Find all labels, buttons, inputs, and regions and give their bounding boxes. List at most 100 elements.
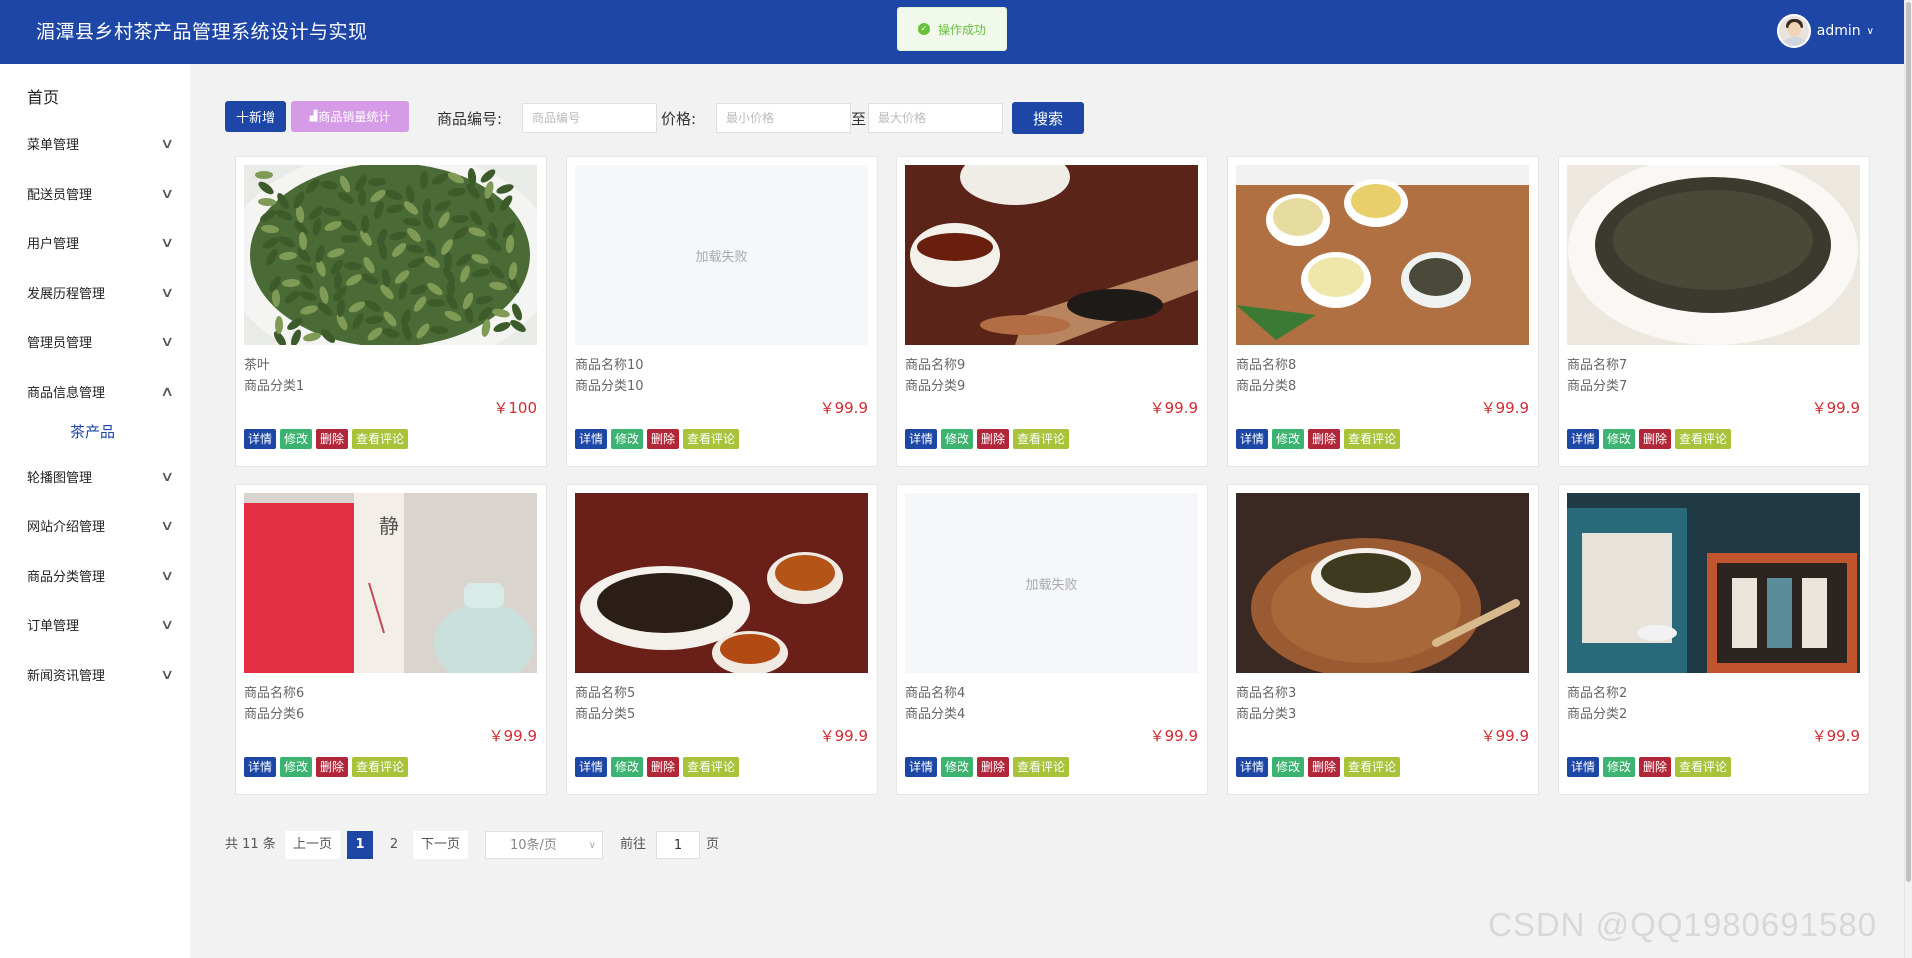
page-suffix-label: 页 [706, 837, 720, 852]
view-reviews-button[interactable]: 查看评论 [1675, 429, 1732, 449]
chevron-down-icon: ∨ [159, 616, 175, 633]
edit-button[interactable]: 修改 [1603, 429, 1636, 449]
delete-button[interactable]: 删除 [647, 757, 680, 777]
edit-button[interactable]: 修改 [611, 429, 644, 449]
search-button[interactable]: 搜索 [1012, 102, 1084, 134]
product-image: 静 [244, 493, 537, 673]
delete-button[interactable]: 删除 [977, 429, 1010, 449]
view-reviews-button[interactable]: 查看评论 [1013, 757, 1070, 777]
edit-button[interactable]: 修改 [941, 429, 974, 449]
sidebar-item[interactable]: 用户管理 ∨ [27, 233, 174, 253]
view-reviews-button[interactable]: 查看评论 [683, 757, 740, 777]
sidebar-item-label: 管理员管理 [27, 336, 93, 351]
delete-button[interactable]: 删除 [1308, 429, 1341, 449]
delete-button[interactable]: 删除 [1308, 757, 1341, 777]
detail-button[interactable]: 详情 [575, 757, 608, 777]
sidebar-item[interactable]: 轮播图管理 ∨ [27, 467, 174, 487]
sidebar-item-label: 菜单管理 [27, 138, 80, 153]
watermark: CSDN @QQ1980691580 [1488, 906, 1878, 943]
edit-button[interactable]: 修改 [1603, 757, 1636, 777]
top-header: 湄潭县乡村茶产品管理系统设计与实现 ✓ 操作成功 admin ∨ [0, 0, 1904, 64]
delete-button[interactable]: 删除 [1639, 429, 1672, 449]
product-category: 商品分类6 [244, 707, 305, 722]
page-size-select[interactable]: 10条/页 ∨ [485, 831, 603, 859]
sidebar-item[interactable]: 菜单管理 ∨ [27, 134, 174, 154]
product-name: 商品名称7 [1567, 358, 1628, 373]
product-name: 商品名称3 [1236, 686, 1297, 701]
next-page-button[interactable]: 下一页 [413, 831, 469, 859]
detail-button[interactable]: 详情 [1236, 429, 1269, 449]
product-price: ￥99.9 [1811, 727, 1860, 745]
sidebar-item[interactable]: 配送员管理 ∨ [27, 184, 175, 204]
detail-button[interactable]: 详情 [905, 429, 938, 449]
sidebar-item[interactable]: 发展历程管理 ∨ [27, 283, 174, 303]
view-reviews-button[interactable]: 查看评论 [352, 429, 409, 449]
delete-button[interactable]: 删除 [977, 757, 1010, 777]
edit-button[interactable]: 修改 [280, 757, 313, 777]
page-1-button[interactable]: 1 [347, 831, 373, 859]
min-price-input[interactable]: 最小价格 [716, 103, 851, 133]
product-image [575, 493, 868, 673]
add-button[interactable]: 十新增 [225, 101, 286, 132]
product-category: 商品分类10 [575, 379, 644, 394]
detail-button[interactable]: 详情 [1567, 429, 1600, 449]
card-actions: 详情 修改 删除 查看评论 [1236, 429, 1401, 449]
chevron-up-icon: ∧ [159, 383, 175, 400]
edit-button[interactable]: 修改 [280, 429, 313, 449]
view-reviews-button[interactable]: 查看评论 [1344, 429, 1401, 449]
goto-label: 前往 [620, 837, 647, 852]
view-reviews-button[interactable]: 查看评论 [1344, 757, 1401, 777]
product-card: 加载失败 商品名称10 商品分类10 ￥99.9 详情 修改 删除 查看评论 [566, 156, 878, 467]
edit-button[interactable]: 修改 [1272, 757, 1305, 777]
page-2-button[interactable]: 2 [381, 831, 407, 859]
view-reviews-button[interactable]: 查看评论 [683, 429, 740, 449]
page-size-value: 10条/页 [510, 838, 557, 853]
delete-button[interactable]: 删除 [316, 429, 349, 449]
product-image [244, 165, 537, 345]
detail-button[interactable]: 详情 [905, 757, 938, 777]
card-actions: 详情 修改 删除 查看评论 [1236, 757, 1401, 777]
sidebar-item[interactable]: 管理员管理 ∨ [27, 332, 174, 352]
chevron-down-icon: ∨ [159, 185, 175, 202]
detail-button[interactable]: 详情 [244, 429, 277, 449]
sidebar-item[interactable]: 新闻资讯管理 ∨ [27, 665, 174, 685]
prev-page-button[interactable]: 上一页 [285, 831, 341, 859]
sidebar-item[interactable]: 商品信息管理 ∧ [27, 382, 175, 402]
detail-button[interactable]: 详情 [1567, 757, 1600, 777]
sidebar-item-home[interactable]: 首页 [27, 84, 59, 108]
detail-button[interactable]: 详情 [575, 429, 608, 449]
view-reviews-button[interactable]: 查看评论 [352, 757, 409, 777]
detail-button[interactable]: 详情 [1236, 757, 1269, 777]
delete-button[interactable]: 删除 [316, 757, 349, 777]
product-name: 商品名称4 [905, 686, 966, 701]
sidebar-item-label: 网站介绍管理 [27, 520, 106, 535]
max-price-input[interactable]: 最大价格 [868, 103, 1003, 133]
sidebar-item-label: 商品信息管理 [27, 386, 106, 401]
user-menu[interactable]: admin ∨ [1776, 14, 1874, 48]
product-category: 商品分类9 [905, 379, 966, 394]
product-image [1567, 165, 1860, 345]
product-name: 商品名称8 [1236, 358, 1297, 373]
sidebar-item-label: 配送员管理 [27, 188, 93, 203]
sales-stat-button[interactable]: ▟ 商品销量统计 [291, 101, 409, 132]
sidebar-item[interactable]: 订单管理 ∨ [27, 615, 175, 635]
total-count: 共 11 条 [225, 837, 276, 852]
delete-button[interactable]: 删除 [1639, 757, 1672, 777]
view-reviews-button[interactable]: 查看评论 [1013, 429, 1070, 449]
edit-button[interactable]: 修改 [941, 757, 974, 777]
edit-button[interactable]: 修改 [611, 757, 644, 777]
scrollbar[interactable] [1904, 0, 1912, 958]
product-price: ￥99.9 [1149, 727, 1198, 745]
delete-button[interactable]: 删除 [647, 429, 680, 449]
sidebar-item[interactable]: 网站介绍管理 ∨ [27, 516, 174, 536]
view-reviews-button[interactable]: 查看评论 [1675, 757, 1732, 777]
sidebar-item[interactable]: 商品分类管理 ∨ [27, 566, 174, 586]
goto-page-input[interactable]: 1 [656, 831, 700, 859]
sidebar-item-label: 发展历程管理 [27, 287, 106, 302]
sidebar-subitem-tea-products[interactable]: 茶产品 [70, 421, 115, 442]
product-code-input[interactable]: 商品编号 [522, 103, 657, 133]
sidebar-item-label: 新闻资讯管理 [27, 669, 106, 684]
detail-button[interactable]: 详情 [244, 757, 277, 777]
edit-button[interactable]: 修改 [1272, 429, 1305, 449]
check-icon: ✓ [917, 23, 930, 35]
